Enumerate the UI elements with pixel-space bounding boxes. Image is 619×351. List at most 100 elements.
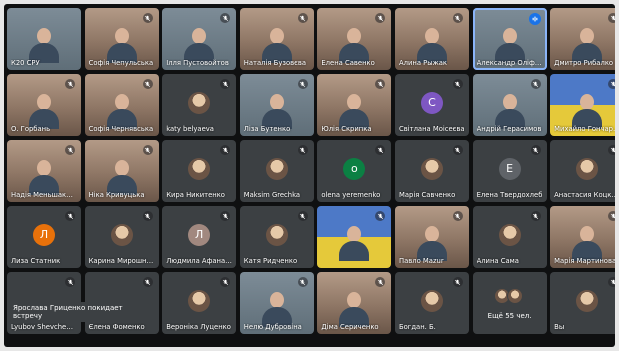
mic-muted-icon bbox=[608, 277, 615, 287]
mic-muted-icon bbox=[530, 145, 541, 155]
participant-name: Світлана Моісеєва bbox=[398, 125, 465, 133]
participant-tile[interactable]: Павло Mazur bbox=[394, 206, 469, 268]
participant-tile[interactable]: Л Лиза Статник bbox=[7, 206, 81, 268]
participant-video bbox=[261, 28, 292, 63]
participant-name: Александр Оліфіренко bbox=[476, 59, 543, 67]
participant-tile[interactable]: Алина Сама bbox=[472, 206, 547, 268]
mic-muted-icon bbox=[452, 13, 463, 23]
participant-video bbox=[494, 94, 525, 129]
participant-video bbox=[572, 94, 603, 129]
participant-tile[interactable] bbox=[317, 206, 392, 268]
participant-name: olena yeremenko bbox=[321, 191, 381, 199]
mic-muted-icon bbox=[220, 13, 231, 23]
mic-muted-icon bbox=[65, 211, 75, 221]
mic-muted-icon bbox=[65, 277, 75, 287]
participant-video bbox=[106, 94, 137, 129]
participant-tile[interactable]: Ніка Кривуцька bbox=[84, 140, 159, 202]
participant-tile[interactable]: Е Елена Твердохлеб bbox=[472, 140, 547, 202]
participant-name: Нелю Дубровіна bbox=[243, 323, 302, 331]
participant-tile[interactable]: Надія Меньшакова bbox=[7, 140, 81, 202]
participant-tile[interactable]: Богдан. Б. bbox=[394, 272, 469, 334]
participant-avatar bbox=[110, 223, 133, 246]
participant-tile[interactable]: Алина Рыжак bbox=[394, 8, 469, 70]
participant-name: Надія Меньшакова bbox=[11, 191, 77, 199]
participant-tile[interactable]: katy belyaeva bbox=[162, 74, 237, 136]
mic-muted-icon bbox=[142, 211, 153, 221]
mic-muted-icon bbox=[220, 211, 231, 221]
mic-muted-icon bbox=[452, 211, 463, 221]
participant-tile[interactable]: О. Горбань bbox=[7, 74, 81, 136]
participant-video bbox=[416, 226, 447, 261]
participant-video bbox=[339, 292, 370, 327]
mic-muted-icon bbox=[375, 277, 386, 287]
participant-tile[interactable]: К20 СРУ bbox=[7, 8, 81, 70]
mic-muted-icon bbox=[220, 79, 231, 89]
participant-video bbox=[339, 94, 370, 129]
participant-tile[interactable]: Михайло Гончаров bbox=[550, 74, 615, 136]
participant-video bbox=[184, 28, 215, 63]
participant-tile[interactable]: Ілля Пустовойтов bbox=[162, 8, 237, 70]
mic-muted-icon bbox=[220, 145, 231, 155]
participant-avatar: o bbox=[343, 157, 366, 180]
participant-tile[interactable]: Кира Никитенко bbox=[162, 140, 237, 202]
participant-tile[interactable]: Марія Мартинова bbox=[550, 206, 615, 268]
participant-name: Ніка Кривуцька bbox=[88, 191, 145, 199]
participant-tile[interactable]: Ещё 55 чел. bbox=[472, 272, 547, 334]
participant-tile[interactable]: Карина Мирошниченко bbox=[84, 206, 159, 268]
mic-muted-icon bbox=[297, 13, 308, 23]
participant-video bbox=[494, 28, 525, 63]
participant-tile[interactable]: C Світлана Моісеєва bbox=[394, 74, 469, 136]
mic-muted-icon bbox=[375, 145, 386, 155]
participant-tile[interactable]: Катя Ридченко bbox=[239, 206, 314, 268]
participant-name: Софія Чернявська bbox=[88, 125, 154, 133]
participant-name: Ліза Бутенко bbox=[243, 125, 291, 133]
participant-tile[interactable]: Софія Чернявська bbox=[84, 74, 159, 136]
participant-name: Катя Ридченко bbox=[243, 257, 298, 265]
participant-name: Дмитро Рибалко bbox=[554, 59, 614, 67]
participant-tile[interactable]: Діма Сериченко bbox=[317, 272, 392, 334]
participant-video bbox=[106, 160, 137, 195]
mic-muted-icon bbox=[142, 13, 153, 23]
participant-tile[interactable]: Нелю Дубровіна bbox=[239, 272, 314, 334]
mic-muted-icon bbox=[608, 145, 615, 155]
participant-avatar: C bbox=[420, 91, 443, 114]
more-participants-label: Ещё 55 чел. bbox=[487, 312, 532, 320]
mic-muted-icon bbox=[452, 277, 463, 287]
mic-muted-icon bbox=[530, 79, 541, 89]
mic-muted-icon bbox=[375, 211, 386, 221]
participant-tile[interactable]: Марія Савченко bbox=[394, 140, 469, 202]
participant-tile[interactable]: Елена Савенко bbox=[317, 8, 392, 70]
participant-name: Марія Савченко bbox=[398, 191, 456, 199]
participant-tile[interactable]: Л Людмила Афанасьєва bbox=[162, 206, 237, 268]
participant-avatar bbox=[420, 157, 443, 180]
mic-muted-icon bbox=[297, 211, 308, 221]
participant-video bbox=[29, 28, 59, 63]
mic-muted-icon bbox=[452, 79, 463, 89]
mic-muted-icon bbox=[65, 145, 75, 155]
participant-tile[interactable]: Юлія Скрипка bbox=[317, 74, 392, 136]
participant-tile[interactable]: Вероніка Луценко bbox=[162, 272, 237, 334]
participant-name: Анастасия Коцкий bbox=[554, 191, 615, 199]
participant-video bbox=[29, 160, 59, 195]
participant-name: Карина Мирошниченко bbox=[88, 257, 155, 265]
participant-tile[interactable]: Софія Чепульська bbox=[84, 8, 159, 70]
participant-tile[interactable]: Александр Оліфіренко bbox=[472, 8, 547, 70]
participant-avatar bbox=[498, 223, 521, 246]
participant-tile[interactable]: o olena yeremenko bbox=[317, 140, 392, 202]
mic-muted-icon bbox=[220, 277, 231, 287]
participant-tile[interactable]: Андрій Герасимов bbox=[472, 74, 547, 136]
mic-muted-icon bbox=[297, 145, 308, 155]
participant-avatar bbox=[265, 157, 288, 180]
participant-tile[interactable]: Анастасия Коцкий bbox=[550, 140, 615, 202]
participant-tile[interactable]: Вы bbox=[550, 272, 615, 334]
mic-muted-icon bbox=[142, 79, 153, 89]
participant-tile[interactable]: Дмитро Рибалко bbox=[550, 8, 615, 70]
participant-tile[interactable]: Ліза Бутенко bbox=[239, 74, 314, 136]
participant-tile[interactable]: Наталія Бузовєва bbox=[239, 8, 314, 70]
mic-muted-icon bbox=[297, 277, 308, 287]
leave-notification-toast: Ярослава Гриценко покидает встречу bbox=[8, 302, 153, 322]
toast-text: Ярослава Гриценко покидает встречу bbox=[13, 304, 123, 320]
participant-video bbox=[572, 226, 603, 261]
participant-avatar bbox=[188, 289, 211, 312]
participant-tile[interactable]: Maksim Grechka bbox=[239, 140, 314, 202]
